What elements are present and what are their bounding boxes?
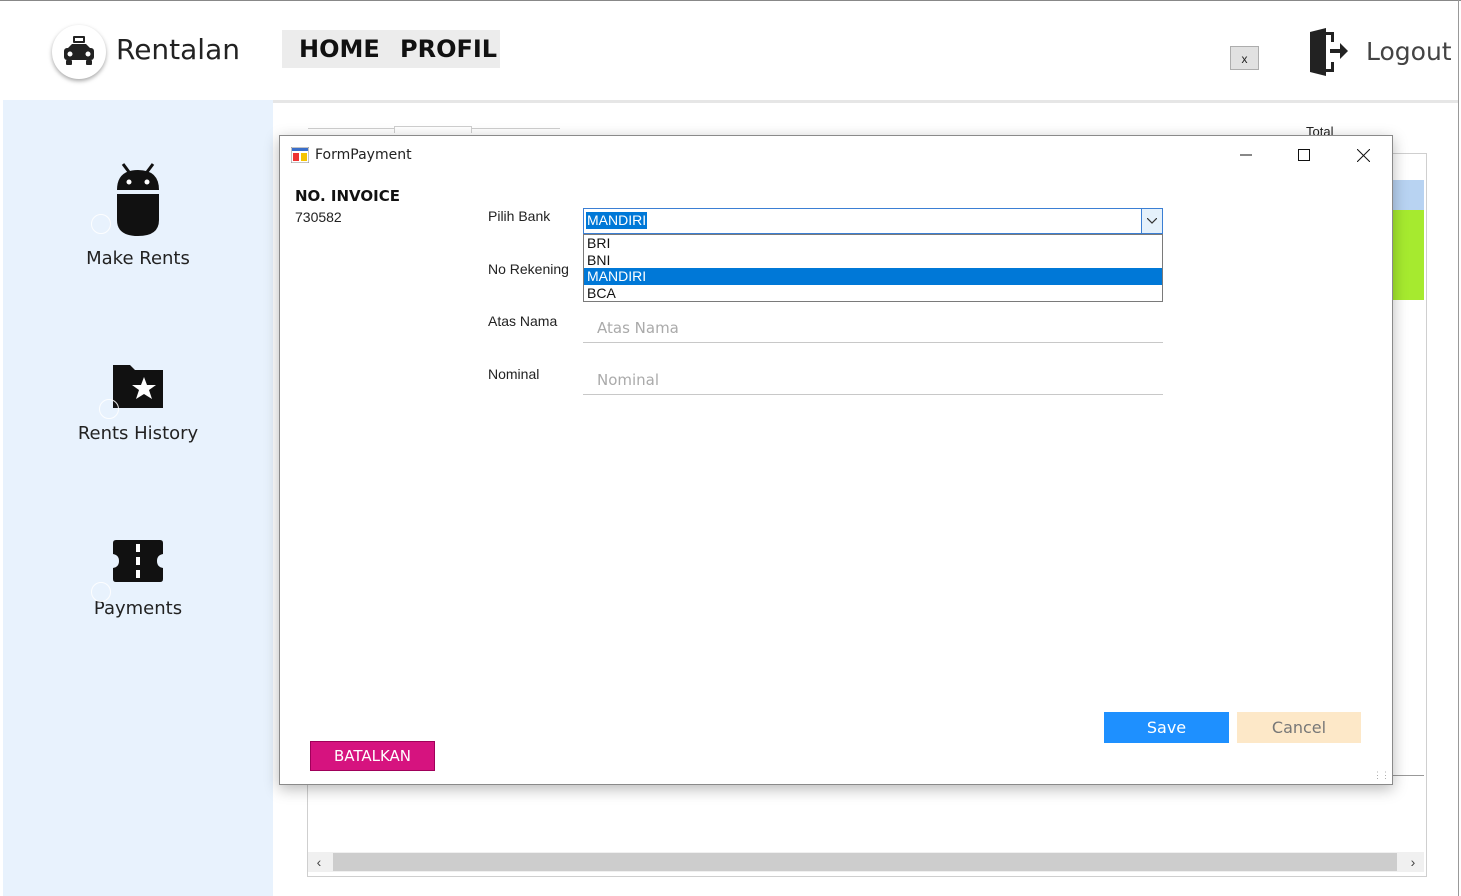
- rekening-label: No Rekening: [488, 261, 569, 277]
- minimize-icon: [1240, 154, 1252, 156]
- scrollbar-thumb[interactable]: [333, 853, 1397, 871]
- sidebar-item-rents-history[interactable]: Rents History: [3, 363, 273, 444]
- resize-grip-icon[interactable]: ⋮⋮: [1373, 770, 1390, 781]
- save-button[interactable]: Save: [1104, 712, 1229, 743]
- bank-select[interactable]: MANDIRI: [583, 208, 1163, 234]
- close-button[interactable]: [1334, 136, 1392, 174]
- nominal-input[interactable]: [583, 365, 1163, 395]
- nav-home[interactable]: HOME: [299, 35, 380, 63]
- divider: [1393, 775, 1424, 776]
- logo: [52, 25, 106, 79]
- dialog-title: FormPayment: [315, 147, 412, 163]
- app-form-icon: [291, 147, 309, 163]
- sidebar-item-label: Rents History: [77, 423, 199, 444]
- maximize-button[interactable]: [1275, 136, 1333, 174]
- scroll-right-icon[interactable]: ›: [1402, 852, 1424, 872]
- logout-label[interactable]: Logout: [1366, 37, 1452, 66]
- top-nav: HOME PROFIL: [282, 30, 500, 68]
- minimize-button[interactable]: [1217, 136, 1275, 174]
- bank-selected-value: MANDIRI: [586, 212, 648, 229]
- ticket-icon: [113, 540, 163, 582]
- bank-option[interactable]: MANDIRI: [584, 268, 1162, 285]
- atas-nama-input[interactable]: [583, 313, 1163, 343]
- bank-option[interactable]: BRI: [584, 235, 1162, 252]
- android-icon: [117, 163, 159, 236]
- bank-option[interactable]: BNI: [584, 252, 1162, 269]
- check-circle-icon: [91, 214, 111, 234]
- close-button[interactable]: x: [1230, 46, 1259, 70]
- sidebar-item-label: Make Rents: [86, 248, 190, 269]
- app-title: Rentalan: [116, 33, 240, 66]
- invoice-value: 730582: [295, 209, 342, 225]
- grid-header-cell: [1393, 180, 1424, 210]
- close-icon: [1356, 148, 1370, 162]
- check-circle-icon: [99, 399, 119, 419]
- check-circle-icon: [91, 582, 111, 602]
- car-icon: [64, 36, 94, 65]
- batalkan-button[interactable]: BATALKAN: [310, 741, 435, 771]
- grid-highlight-cell: [1393, 210, 1424, 300]
- dropdown-button[interactable]: [1141, 209, 1162, 233]
- divider: [273, 100, 1458, 103]
- chevron-down-icon: [1147, 218, 1157, 224]
- folder-star-icon: [113, 365, 163, 408]
- bank-label: Pilih Bank: [488, 208, 551, 224]
- nominal-label: Nominal: [488, 366, 540, 382]
- nav-profil[interactable]: PROFIL: [400, 35, 497, 63]
- sidebar: Make Rents Rents History Payments: [3, 100, 273, 896]
- tab[interactable]: [394, 126, 472, 133]
- invoice-label: NO. INVOICE: [295, 187, 400, 205]
- logout-icon[interactable]: [1308, 28, 1352, 81]
- atas-nama-label: Atas Nama: [488, 313, 558, 329]
- bank-dropdown-list: BRI BNI MANDIRI BCA: [583, 234, 1163, 302]
- cancel-button[interactable]: Cancel: [1237, 712, 1361, 743]
- form-payment-dialog: FormPayment NO. INVOICE 730582 Pilih Ban…: [279, 135, 1393, 785]
- maximize-icon: [1298, 149, 1310, 161]
- scroll-left-icon[interactable]: ‹: [308, 852, 330, 872]
- bank-option[interactable]: BCA: [584, 285, 1162, 302]
- dialog-titlebar: FormPayment: [280, 136, 1392, 174]
- sidebar-item-payments[interactable]: Payments: [3, 538, 273, 619]
- horizontal-scrollbar[interactable]: ‹ ›: [308, 852, 1424, 872]
- sidebar-item-label: Payments: [93, 598, 183, 619]
- sidebar-item-make-rents[interactable]: Make Rents: [3, 162, 273, 269]
- window-edge: [1458, 0, 1459, 896]
- top-bar: Rentalan HOME PROFIL x Logout: [0, 0, 1461, 101]
